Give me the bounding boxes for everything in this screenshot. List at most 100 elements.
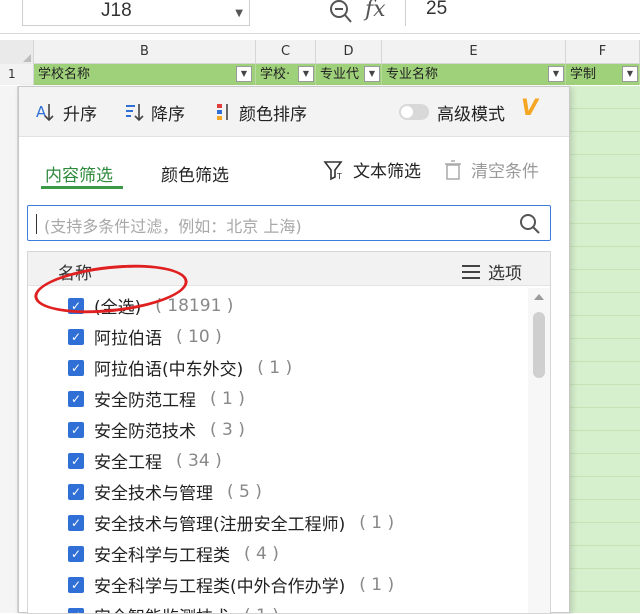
header-cell-school-name[interactable]: 学校名称 xyxy=(34,64,256,85)
checkbox-checked-icon[interactable]: ✓ xyxy=(68,360,84,376)
sort-toolbar: A 升序 降序 颜色排序 高 xyxy=(19,87,569,137)
header-cell-label: 学制 xyxy=(570,67,596,82)
list-item-count: ( 10 ) xyxy=(176,327,222,347)
list-item[interactable]: ✓安全技术与管理( 5 ) xyxy=(28,476,528,507)
menu-icon xyxy=(462,265,480,279)
list-item[interactable]: ✓ 安全科学与工程类(中外合作办学) ( 1 ) xyxy=(28,569,528,600)
filter-dropdown-icon[interactable]: ▼ xyxy=(298,66,314,82)
formula-bar: J18 ▼ fx 25 xyxy=(0,0,640,34)
sort-asc-label: 升序 xyxy=(63,100,97,125)
sort-desc-button[interactable]: 降序 xyxy=(123,100,185,124)
sort-desc-label: 降序 xyxy=(151,100,185,125)
sort-asc-icon: A xyxy=(35,101,57,123)
svg-text:T: T xyxy=(336,172,342,181)
funnel-icon: T xyxy=(323,159,345,181)
list-item-label: 安全防范技术 xyxy=(94,417,196,442)
search-placeholder: (支持多条件过滤，例如：北京 上海) xyxy=(44,213,302,237)
column-header-e[interactable]: E xyxy=(382,40,566,64)
list-item-count: ( 1 ) xyxy=(359,513,394,533)
filter-dropdown-icon[interactable]: ▼ xyxy=(364,66,380,82)
column-header-f[interactable]: F xyxy=(566,40,640,64)
column-header-d[interactable]: D xyxy=(316,40,382,64)
header-cell-label: 学校名称 xyxy=(38,67,90,82)
checkbox-checked-icon[interactable]: ✓ xyxy=(68,546,84,562)
scrollbar[interactable] xyxy=(528,288,550,614)
list-item-label: 安全防范工程 xyxy=(94,386,196,411)
value-items: ✓(全选)( 18191 )✓阿拉伯语( 10 )✓阿拉伯语(中东外交)( 1 … xyxy=(28,290,528,614)
row-number[interactable]: 1 xyxy=(0,64,34,85)
advanced-mode-label: 高级模式 xyxy=(437,100,505,125)
list-item-count: ( 1 ) xyxy=(257,358,292,378)
filter-dropdown-icon[interactable]: ▼ xyxy=(622,66,638,82)
list-item-count: ( 34 ) xyxy=(176,451,222,471)
header-cell-label: 学校· xyxy=(260,67,290,82)
select-all-corner[interactable] xyxy=(0,40,34,64)
list-item-count: ( 3 ) xyxy=(210,420,245,440)
checkbox-checked-icon[interactable]: ✓ xyxy=(68,329,84,345)
header-cell-major-name[interactable]: 专业名称 xyxy=(382,64,566,85)
list-item-label: 阿拉伯语(中东外交) xyxy=(94,355,243,380)
header-cell-label: 专业名称 xyxy=(386,67,438,82)
list-item-label: 安全科学与工程类(中外合作办学) xyxy=(94,572,345,597)
list-item[interactable]: ✓ 阿拉伯语(中东外交) ( 1 ) xyxy=(28,352,528,383)
checkbox-checked-icon[interactable]: ✓ xyxy=(68,391,84,407)
list-item-label: 安全技术与管理(注册安全工程师) xyxy=(94,510,345,535)
active-tab-indicator xyxy=(41,186,123,189)
scroll-up-icon[interactable] xyxy=(534,294,544,300)
list-item[interactable]: ✓ 安全工程 ( 34 ) xyxy=(28,445,528,476)
filter-dropdown-icon[interactable]: ▼ xyxy=(548,66,564,82)
list-item[interactable]: ✓安全智能监测技术( 1 ) xyxy=(28,600,528,614)
tab-color-filter[interactable]: 颜色筛选 xyxy=(161,161,229,186)
list-item-label: 安全科学与工程类 xyxy=(94,541,230,566)
column-header-b[interactable]: B xyxy=(34,40,256,64)
advanced-mode-toggle[interactable] xyxy=(399,104,429,120)
chevron-down-icon[interactable]: ▼ xyxy=(235,8,243,19)
name-box[interactable]: J18 ▼ xyxy=(22,0,250,26)
tab-content-filter[interactable]: 内容筛选 xyxy=(45,161,113,186)
list-item-count: ( 1 ) xyxy=(210,389,245,409)
text-filter-button[interactable]: T 文本筛选 xyxy=(323,157,421,182)
color-sort-icon xyxy=(215,101,233,123)
color-sort-label: 颜色排序 xyxy=(239,100,307,125)
vip-icon: V xyxy=(521,96,538,121)
header-row: 1 学校名称 ▼ 学校· ▼ 专业代 ▼ 专业名称 ▼ 学制 ▼ xyxy=(0,64,640,85)
filter-dropdown-icon[interactable]: ▼ xyxy=(236,66,252,82)
fx-icon[interactable]: fx xyxy=(365,0,386,22)
filter-panel: A 升序 降序 颜色排序 高 xyxy=(18,86,570,613)
options-label: 选项 xyxy=(488,259,522,284)
scroll-thumb[interactable] xyxy=(533,312,545,378)
trash-icon xyxy=(443,159,463,181)
formula-input[interactable]: 25 xyxy=(405,0,640,26)
cell-reference: J18 xyxy=(101,0,132,22)
list-item-label: 安全智能监测技术 xyxy=(94,603,230,614)
clear-conditions-label: 清空条件 xyxy=(471,157,539,182)
checkbox-checked-icon[interactable]: ✓ xyxy=(68,453,84,469)
list-item[interactable]: ✓阿拉伯语( 10 ) xyxy=(28,321,528,352)
column-header-row: B C D E F xyxy=(0,40,640,64)
checkbox-checked-icon[interactable]: ✓ xyxy=(68,422,84,438)
list-item[interactable]: ✓ 安全科学与工程类 ( 4 ) xyxy=(28,538,528,569)
text-filter-label: 文本筛选 xyxy=(353,157,421,182)
checkbox-checked-icon[interactable]: ✓ xyxy=(68,484,84,500)
list-item-count: ( 1 ) xyxy=(359,575,394,595)
checkbox-checked-icon[interactable]: ✓ xyxy=(68,515,84,531)
header-cell-label: 专业代 xyxy=(320,67,359,82)
sort-asc-button[interactable]: A 升序 xyxy=(35,100,97,124)
zoom-icon[interactable] xyxy=(328,0,354,26)
search-input[interactable]: (支持多条件过滤，例如：北京 上海) xyxy=(27,205,551,241)
search-icon[interactable] xyxy=(518,212,542,236)
color-sort-button[interactable]: 颜色排序 xyxy=(215,100,307,124)
checkbox-checked-icon[interactable]: ✓ xyxy=(68,608,84,614)
column-header-c[interactable]: C xyxy=(256,40,316,64)
checkbox-checked-icon[interactable]: ✓ xyxy=(68,577,84,593)
list-item[interactable]: ✓ 安全防范工程 ( 1 ) xyxy=(28,383,528,414)
clear-conditions-button[interactable]: 清空条件 xyxy=(443,157,539,182)
options-button[interactable]: 选项 xyxy=(462,259,522,284)
list-item[interactable]: ✓ 安全防范技术 ( 3 ) xyxy=(28,414,528,445)
list-item-label: 安全工程 xyxy=(94,448,162,473)
sheet-cells-area[interactable] xyxy=(570,86,640,613)
formula-value: 25 xyxy=(426,0,447,20)
list-item[interactable]: ✓ 安全技术与管理(注册安全工程师) ( 1 ) xyxy=(28,507,528,538)
list-item-count: ( 4 ) xyxy=(244,544,279,564)
list-item-label: 安全技术与管理 xyxy=(94,479,213,504)
